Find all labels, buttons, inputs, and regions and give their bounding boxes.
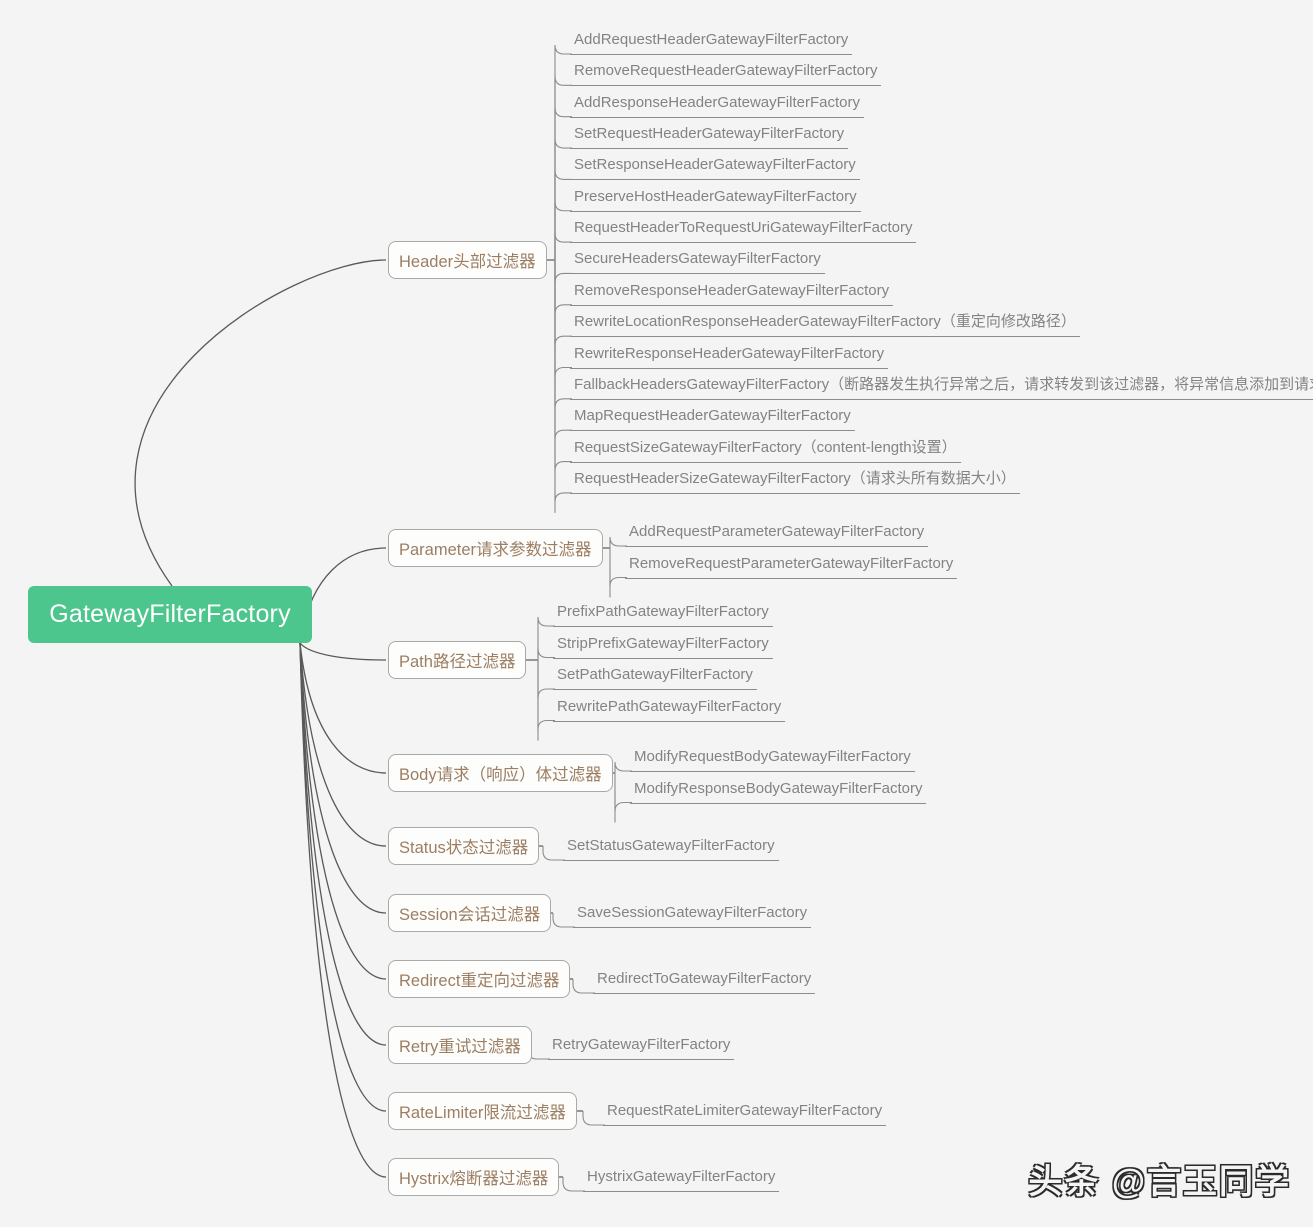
- leaf-node[interactable]: SetResponseHeaderGatewayFilterFactory: [570, 155, 860, 181]
- branch-node-label: Session会话过滤器: [399, 906, 541, 924]
- leaf-node[interactable]: PrefixPathGatewayFilterFactory: [553, 602, 773, 627]
- branch-node-2[interactable]: Parameter请求参数过滤器: [388, 529, 603, 567]
- root-node[interactable]: GatewayFilterFactory: [28, 586, 312, 643]
- leaf-node[interactable]: HystrixGatewayFilterFactory: [583, 1167, 780, 1192]
- leaf-node[interactable]: RemoveRequestHeaderGatewayFilterFactory: [570, 61, 882, 87]
- leaf-node[interactable]: SetStatusGatewayFilterFactory: [563, 836, 779, 861]
- branch-node-6[interactable]: Session会话过滤器: [388, 894, 552, 932]
- leaf-node[interactable]: RewriteLocationResponseHeaderGatewayFilt…: [570, 312, 1080, 338]
- branch-node-label: Path路径过滤器: [399, 653, 516, 671]
- branch-node-label: Header头部过滤器: [399, 253, 536, 271]
- leaf-node[interactable]: RemoveRequestParameterGatewayFilterFacto…: [625, 554, 958, 579]
- branch-node-5[interactable]: Status状态过滤器: [388, 827, 540, 865]
- leaf-node[interactable]: RewriteResponseHeaderGatewayFilterFactor…: [570, 344, 889, 369]
- leaf-node[interactable]: ModifyResponseBodyGatewayFilterFactory: [630, 779, 927, 804]
- leaf-node[interactable]: RetryGatewayFilterFactory: [548, 1035, 735, 1060]
- leaf-node[interactable]: SetRequestHeaderGatewayFilterFactory: [570, 124, 849, 150]
- branch-node-10[interactable]: Hystrix熔断器过滤器: [388, 1158, 560, 1196]
- leaf-node[interactable]: SecureHeadersGatewayFilterFactory: [570, 249, 825, 275]
- leaf-node[interactable]: RewritePathGatewayFilterFactory: [553, 697, 786, 722]
- leaf-node[interactable]: RequestSizeGatewayFilterFactory（content-…: [570, 438, 961, 463]
- leaf-node[interactable]: ModifyRequestBodyGatewayFilterFactory: [630, 747, 915, 772]
- leaf-node[interactable]: RemoveResponseHeaderGatewayFilterFactory: [570, 281, 894, 306]
- branch-node-label: Redirect重定向过滤器: [399, 972, 560, 990]
- leaf-node[interactable]: RequestHeaderToRequestUriGatewayFilterFa…: [570, 218, 917, 244]
- leaf-node[interactable]: RequestHeaderSizeGatewayFilterFactory（请求…: [570, 469, 1020, 494]
- mindmap-canvas: GatewayFilterFactory Header头部过滤器 Paramete…: [0, 0, 1313, 1227]
- branch-node-label: Parameter请求参数过滤器: [399, 541, 592, 559]
- watermark: 头条 @言玉同学: [1028, 1163, 1291, 1201]
- leaf-node[interactable]: AddResponseHeaderGatewayFilterFactory: [570, 93, 864, 118]
- branch-node-1[interactable]: Header头部过滤器: [388, 241, 547, 279]
- leaf-node[interactable]: RequestRateLimiterGatewayFilterFactory: [603, 1101, 887, 1126]
- leaf-node[interactable]: SaveSessionGatewayFilterFactory: [573, 903, 812, 928]
- branch-node-7[interactable]: Redirect重定向过滤器: [388, 960, 571, 998]
- leaf-node[interactable]: FallbackHeadersGatewayFilterFactory（断路器发…: [570, 375, 1313, 400]
- branch-node-8[interactable]: Retry重试过滤器: [388, 1026, 532, 1064]
- leaf-node[interactable]: PreserveHostHeaderGatewayFilterFactory: [570, 187, 861, 212]
- branch-node-label: RateLimiter限流过滤器: [399, 1104, 566, 1122]
- branch-node-4[interactable]: Body请求（响应）体过滤器: [388, 754, 613, 792]
- leaf-node[interactable]: AddRequestHeaderGatewayFilterFactory: [570, 30, 853, 55]
- branch-node-label: Status状态过滤器: [399, 839, 529, 857]
- branch-node-3[interactable]: Path路径过滤器: [388, 641, 527, 679]
- branch-node-label: Retry重试过滤器: [399, 1038, 521, 1056]
- leaf-node[interactable]: StripPrefixGatewayFilterFactory: [553, 634, 773, 659]
- leaf-node[interactable]: SetPathGatewayFilterFactory: [553, 665, 757, 690]
- leaf-node[interactable]: MapRequestHeaderGatewayFilterFactory: [570, 406, 855, 432]
- branch-node-9[interactable]: RateLimiter限流过滤器: [388, 1092, 577, 1130]
- branch-node-label: Hystrix熔断器过滤器: [399, 1170, 549, 1188]
- leaf-node[interactable]: RedirectToGatewayFilterFactory: [593, 969, 816, 994]
- leaf-node[interactable]: AddRequestParameterGatewayFilterFactory: [625, 522, 929, 547]
- branch-node-label: Body请求（响应）体过滤器: [399, 766, 602, 784]
